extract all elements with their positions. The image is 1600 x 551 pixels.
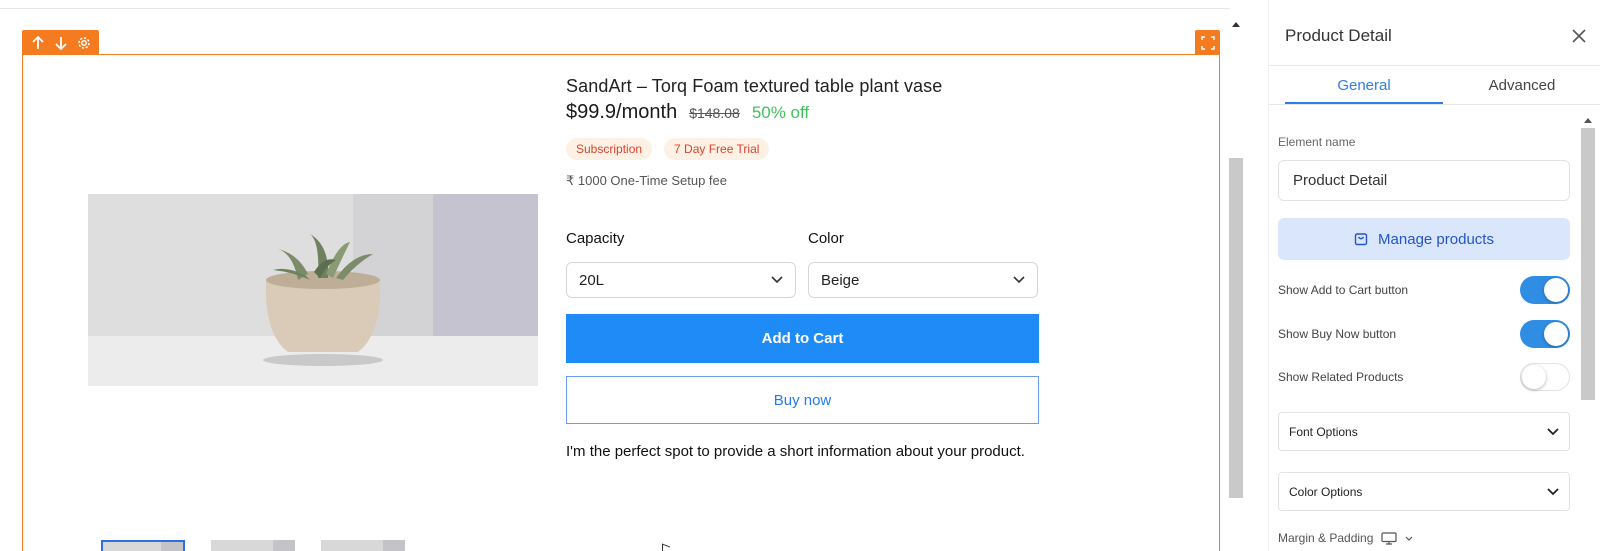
canvas-scrollbar[interactable] xyxy=(1229,158,1243,498)
element-name-field[interactable]: Product Detail xyxy=(1278,160,1570,201)
trial-badge: 7 Day Free Trial xyxy=(664,138,770,160)
manage-products-button[interactable]: Manage products xyxy=(1278,218,1570,260)
thumbnail-2[interactable] xyxy=(211,540,295,551)
toggle-label: Show Related Products xyxy=(1278,370,1404,384)
toggle-label: Show Buy Now button xyxy=(1278,327,1397,341)
short-description: I'm the perfect spot to provide a short … xyxy=(566,443,1025,460)
capacity-label: Capacity xyxy=(566,230,625,247)
manage-products-label: Manage products xyxy=(1378,230,1494,248)
thumbnail-3[interactable] xyxy=(321,540,405,551)
product-thumbnails xyxy=(101,540,405,551)
add-to-cart-button[interactable]: Add to Cart xyxy=(566,314,1039,363)
tabs-divider xyxy=(1269,104,1600,105)
product-price: $99.9/month xyxy=(566,101,678,123)
chevron-down-icon xyxy=(1013,276,1025,284)
badges: Subscription 7 Day Free Trial xyxy=(566,138,770,160)
capacity-value: 20L xyxy=(579,271,605,289)
price-row: $99.9/month $148.08 50% off xyxy=(566,101,809,124)
subscription-badge: Subscription xyxy=(566,138,653,160)
color-select[interactable]: Beige xyxy=(808,262,1038,298)
toggle-label: Show Add to Cart button xyxy=(1278,283,1409,297)
product-title: SandArt – Torq Foam textured table plant… xyxy=(566,76,943,96)
expand-button[interactable] xyxy=(1195,30,1220,55)
product-old-price: $148.08 xyxy=(689,105,740,121)
buy-now-toggle[interactable] xyxy=(1520,320,1570,348)
setup-fee: ₹ 1000 One-Time Setup fee xyxy=(566,173,727,188)
panel-scrollbar[interactable] xyxy=(1581,128,1595,400)
accordion-label: Color Options xyxy=(1289,484,1363,499)
panel-scroll-up-arrow[interactable] xyxy=(1584,118,1592,123)
toggle-row-add-to-cart: Show Add to Cart button xyxy=(1278,276,1570,304)
toggle-row-related-products: Show Related Products xyxy=(1278,363,1570,391)
capacity-select[interactable]: 20L xyxy=(566,262,796,298)
related-products-toggle[interactable] xyxy=(1520,363,1570,391)
editor-canvas: SandArt – Torq Foam textured table plant… xyxy=(0,0,1243,551)
gear-icon[interactable] xyxy=(75,34,93,52)
chevron-down-icon xyxy=(1405,536,1413,541)
thumbnail-1[interactable] xyxy=(101,540,185,551)
add-to-cart-toggle[interactable] xyxy=(1520,276,1570,304)
color-value: Beige xyxy=(821,271,860,289)
chevron-down-icon xyxy=(1547,427,1559,435)
page-root: SandArt – Torq Foam textured table plant… xyxy=(0,0,1600,551)
chevron-down-icon xyxy=(1547,487,1559,495)
panel-title: Product Detail xyxy=(1285,26,1392,45)
discount-label: 50% off xyxy=(751,103,810,122)
product-image xyxy=(88,194,538,386)
arrow-down-icon[interactable] xyxy=(52,34,70,52)
close-icon[interactable] xyxy=(1570,27,1588,45)
color-label: Color xyxy=(808,230,844,247)
settings-panel: Product Detail General Advanced Element … xyxy=(1268,0,1600,551)
element-toolbar xyxy=(22,30,99,55)
accordion-label: Font Options xyxy=(1289,424,1358,439)
arrow-up-icon[interactable] xyxy=(29,34,47,52)
shopping-bag-icon xyxy=(1354,233,1368,246)
desktop-icon xyxy=(1381,531,1397,545)
panel-tabs: General Advanced xyxy=(1285,66,1600,104)
buy-now-button[interactable]: Buy now xyxy=(566,376,1039,424)
color-options-accordion[interactable]: Color Options xyxy=(1278,472,1570,511)
tab-advanced[interactable]: Advanced xyxy=(1443,66,1600,104)
chevron-down-icon xyxy=(771,276,783,284)
font-options-accordion[interactable]: Font Options xyxy=(1278,412,1570,451)
expand-icon xyxy=(1200,35,1215,50)
top-divider xyxy=(0,8,1230,9)
toggle-row-buy-now: Show Buy Now button xyxy=(1278,320,1570,348)
element-name-label: Element name xyxy=(1278,135,1356,149)
tab-general[interactable]: General xyxy=(1285,66,1443,104)
canvas-scroll-up-arrow[interactable] xyxy=(1232,22,1240,27)
margin-padding-row[interactable]: Margin & Padding xyxy=(1278,531,1413,545)
margin-padding-label: Margin & Padding xyxy=(1278,531,1374,545)
